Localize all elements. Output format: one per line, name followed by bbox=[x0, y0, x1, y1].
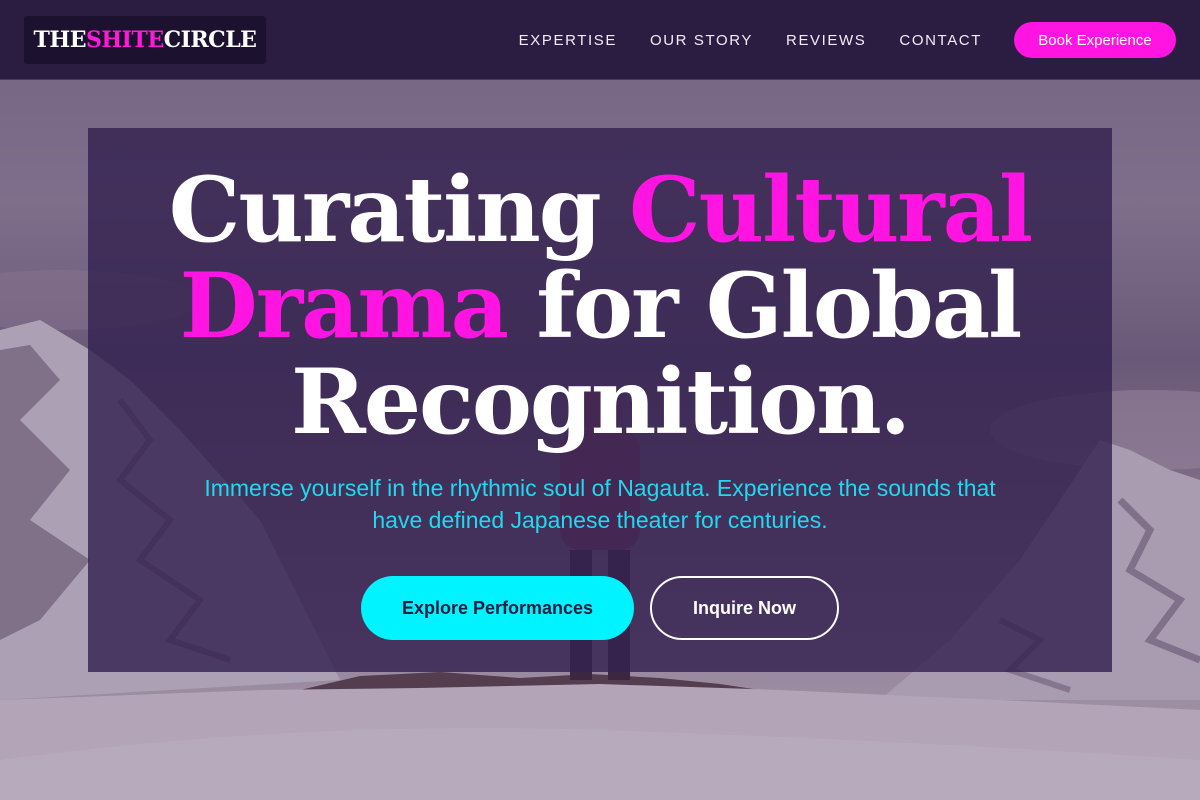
hero-headline: Curating Cultural Drama for Global Recogni… bbox=[0, 162, 1200, 450]
logo-text-circle: CIRCLE bbox=[163, 27, 257, 53]
logo-text-the: THE bbox=[33, 27, 87, 53]
headline-text-drama: Drama bbox=[179, 253, 509, 359]
inquire-now-button[interactable]: Inquire Now bbox=[650, 576, 839, 640]
main-nav: EXPERTISE OUR STORY REVIEWS CONTACT bbox=[519, 0, 982, 80]
nav-link-contact[interactable]: CONTACT bbox=[899, 32, 982, 49]
headline-text-cultural: Cultural bbox=[629, 157, 1033, 263]
headline-text-for-global: for Global bbox=[506, 253, 1022, 359]
site-header: THE SHITE CIRCLE EXPERTISE OUR STORY REV… bbox=[0, 0, 1200, 80]
headline-text-recognition: Recognition. bbox=[291, 349, 911, 455]
brand-logo[interactable]: THE SHITE CIRCLE bbox=[24, 16, 266, 64]
headline-text-curating: Curating bbox=[168, 157, 630, 263]
hero-subtext: Immerse yourself in the rhythmic soul of… bbox=[204, 475, 996, 533]
nav-link-expertise[interactable]: EXPERTISE bbox=[519, 32, 617, 49]
nav-link-our-story[interactable]: OUR STORY bbox=[650, 32, 753, 49]
logo-text-accent: SHITE bbox=[85, 27, 164, 53]
book-experience-button[interactable]: Book Experience bbox=[1014, 22, 1176, 58]
explore-performances-button[interactable]: Explore Performances bbox=[361, 576, 634, 640]
nav-link-reviews[interactable]: REVIEWS bbox=[786, 32, 866, 49]
